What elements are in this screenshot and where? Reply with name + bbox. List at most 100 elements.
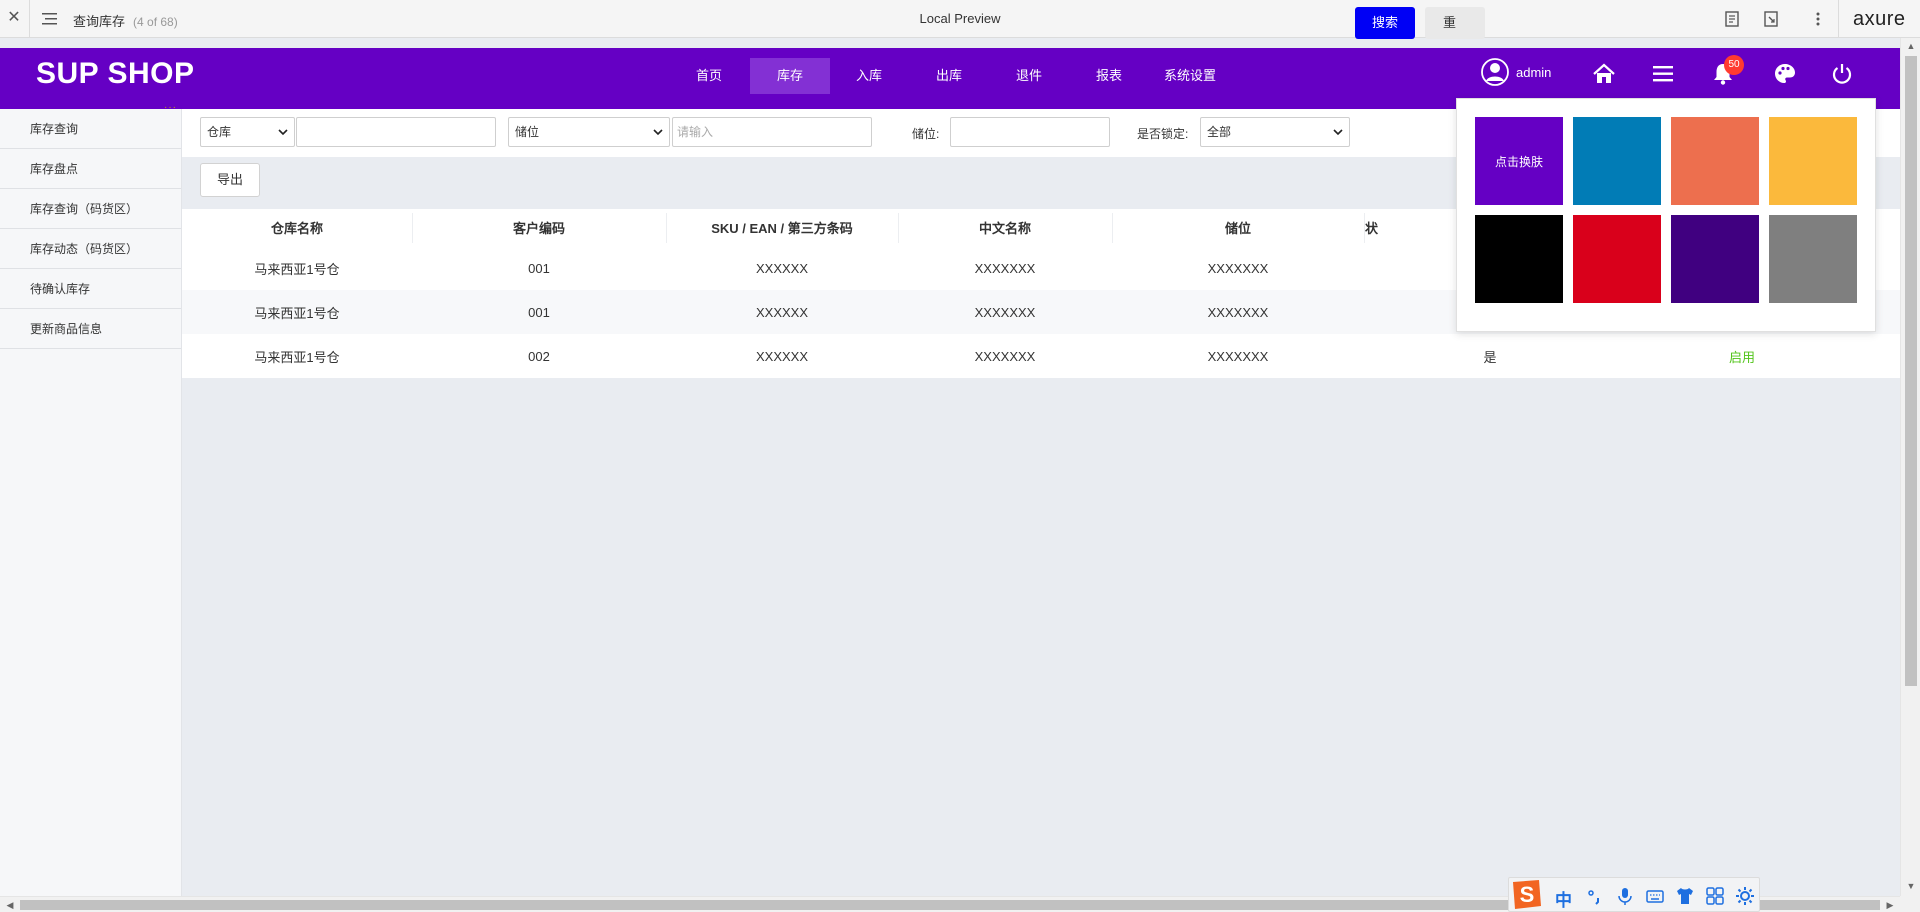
chevron-down-icon (278, 129, 288, 136)
column-header-status: 状 (1365, 221, 1379, 236)
location-select-value: 储位 (515, 125, 540, 139)
sogou-logo-icon[interactable]: S (1509, 876, 1545, 912)
cell-customer: 001 (528, 260, 550, 276)
search-button[interactable]: 搜索 (1355, 7, 1415, 39)
nav-home[interactable]: 首页 (686, 58, 732, 94)
sidebar-item-update-product-info[interactable]: 更新商品信息 (0, 309, 181, 349)
vertical-scrollbar[interactable]: ▲ ▼ (1900, 38, 1920, 896)
nav-inbound[interactable]: 入库 (846, 58, 892, 94)
sidebar-item-inventory-query-staging[interactable]: 库存查询（码货区） (0, 189, 181, 229)
skin-shirt-icon[interactable] (1675, 886, 1695, 906)
cell-sku: XXXXXX (755, 348, 809, 364)
warehouse-input[interactable] (296, 117, 496, 147)
skin-swatch[interactable] (1671, 117, 1759, 205)
divider (29, 0, 30, 38)
skin-swatch[interactable] (1769, 117, 1857, 205)
column-header-customer: 客户编码 (512, 221, 565, 236)
menu-list-icon[interactable] (1650, 61, 1676, 87)
preview-toolbar: ✕ 查询库存 (4 of 68) Local Preview axure (0, 0, 1920, 38)
nav-returns[interactable]: 退件 (1006, 58, 1052, 94)
nav-outbound[interactable]: 出库 (926, 58, 972, 94)
skin-swatch[interactable] (1475, 215, 1563, 303)
locked-select[interactable]: 全部 (1200, 117, 1350, 147)
column-header-name-cn: 中文名称 (978, 221, 1031, 236)
settings-gear-icon[interactable] (1735, 886, 1755, 906)
cell-customer: 001 (528, 304, 550, 320)
skin-swatch[interactable] (1573, 117, 1661, 205)
chevron-down-icon (1333, 129, 1343, 136)
username[interactable]: admin (1516, 65, 1551, 80)
ime-mode[interactable]: 中 (1555, 886, 1572, 911)
cell-locked: 是 (1483, 349, 1497, 365)
location-search-input[interactable]: 请输入 (672, 117, 872, 147)
scroll-up-icon[interactable]: ▲ (1903, 38, 1919, 54)
scroll-down-icon[interactable]: ▼ (1903, 878, 1919, 894)
palette-icon[interactable] (1772, 61, 1798, 87)
column-header-warehouse: 仓库名称 (270, 221, 323, 236)
table-row[interactable]: 马来西亚1号仓 002 XXXXXX XXXXXXX XXXXXXX 是 启用 (182, 334, 1900, 378)
column-header-sku: SKU / EAN / 第三方条码 (711, 221, 853, 236)
warehouse-select[interactable]: 仓库 (200, 117, 295, 147)
column-header-location: 储位 (1224, 221, 1251, 236)
power-icon[interactable] (1829, 61, 1855, 87)
sidebar-item-stocktake[interactable]: 库存盘点 (0, 149, 181, 189)
skin-swatch[interactable] (1671, 215, 1759, 303)
resize-handle[interactable]: ··· (164, 102, 177, 113)
cell-location: XXXXXXX (1207, 304, 1269, 320)
cell-warehouse: 马来西亚1号仓 (254, 349, 340, 365)
cell-status: 启用 (1728, 349, 1755, 365)
cell-name-cn: XXXXXXX (974, 348, 1036, 364)
nav-reports[interactable]: 报表 (1086, 58, 1132, 94)
skin-swatch[interactable] (1769, 215, 1857, 303)
notes-icon[interactable] (1722, 9, 1742, 29)
cell-name-cn: XXXXXXX (974, 304, 1036, 320)
cell-customer: 002 (528, 348, 550, 364)
page-title-label: 查询库存 (73, 14, 126, 29)
warehouse-select-value: 仓库 (207, 125, 232, 139)
user-avatar-icon[interactable] (1480, 57, 1510, 87)
notification-badge: 50 (1724, 55, 1744, 75)
export-button[interactable]: 导出 (200, 163, 260, 197)
skin-swatch[interactable] (1573, 215, 1661, 303)
scroll-left-icon[interactable]: ◀ (2, 897, 18, 912)
scrollbar-corner (1900, 896, 1920, 912)
nav-settings[interactable]: 系统设置 (1160, 58, 1220, 94)
chevron-down-icon (653, 129, 663, 136)
punctuation-icon[interactable] (1585, 886, 1605, 906)
svg-text:S: S (1520, 882, 1535, 907)
location-label: 储位: (912, 127, 940, 141)
sidebar-item-inventory-movement-staging[interactable]: 库存动态（码货区） (0, 229, 181, 269)
menu-icon[interactable] (40, 9, 60, 29)
cell-sku: XXXXXX (755, 260, 809, 276)
sidebar-item-inventory-query[interactable]: 库存查询 (0, 109, 181, 149)
cell-warehouse: 马来西亚1号仓 (254, 305, 340, 321)
location-select[interactable]: 储位 (508, 117, 670, 147)
axure-logo: axure (1853, 8, 1906, 30)
cell-location: XXXXXXX (1207, 260, 1269, 276)
scroll-right-icon[interactable]: ▶ (1882, 897, 1898, 912)
apps-grid-icon[interactable] (1705, 886, 1725, 906)
close-icon[interactable]: ✕ (4, 8, 24, 28)
locked-select-value: 全部 (1207, 125, 1232, 139)
inspect-icon[interactable] (1762, 9, 1782, 29)
app-logo: SUP SHOP (36, 57, 195, 90)
page-count: (4 of 68) (133, 15, 178, 29)
skin-swatch[interactable]: 点击换肤 (1475, 117, 1563, 205)
reset-button[interactable]: 重 (1425, 7, 1485, 39)
cell-location: XXXXXXX (1207, 348, 1269, 364)
cell-sku: XXXXXX (755, 304, 809, 320)
home-icon[interactable] (1591, 61, 1617, 87)
nav-inventory[interactable]: 库存 (750, 58, 830, 94)
page-title[interactable]: 查询库存 (4 of 68) (73, 11, 178, 30)
preview-title: Local Preview (919, 11, 1001, 26)
keyboard-icon[interactable] (1645, 886, 1665, 906)
scrollbar-thumb[interactable] (1905, 56, 1917, 686)
skin-swatch-label: 点击换肤 (1494, 154, 1543, 169)
more-options-icon[interactable] (1808, 9, 1828, 29)
microphone-icon[interactable] (1615, 886, 1635, 906)
sidebar-item-pending-inventory[interactable]: 待确认库存 (0, 269, 181, 309)
divider (1838, 0, 1839, 38)
sidebar: 库存查询 库存盘点 库存查询（码货区） 库存动态（码货区） 待确认库存 更新商品… (0, 109, 182, 896)
location-input[interactable] (950, 117, 1110, 147)
cell-warehouse: 马来西亚1号仓 (254, 261, 340, 277)
